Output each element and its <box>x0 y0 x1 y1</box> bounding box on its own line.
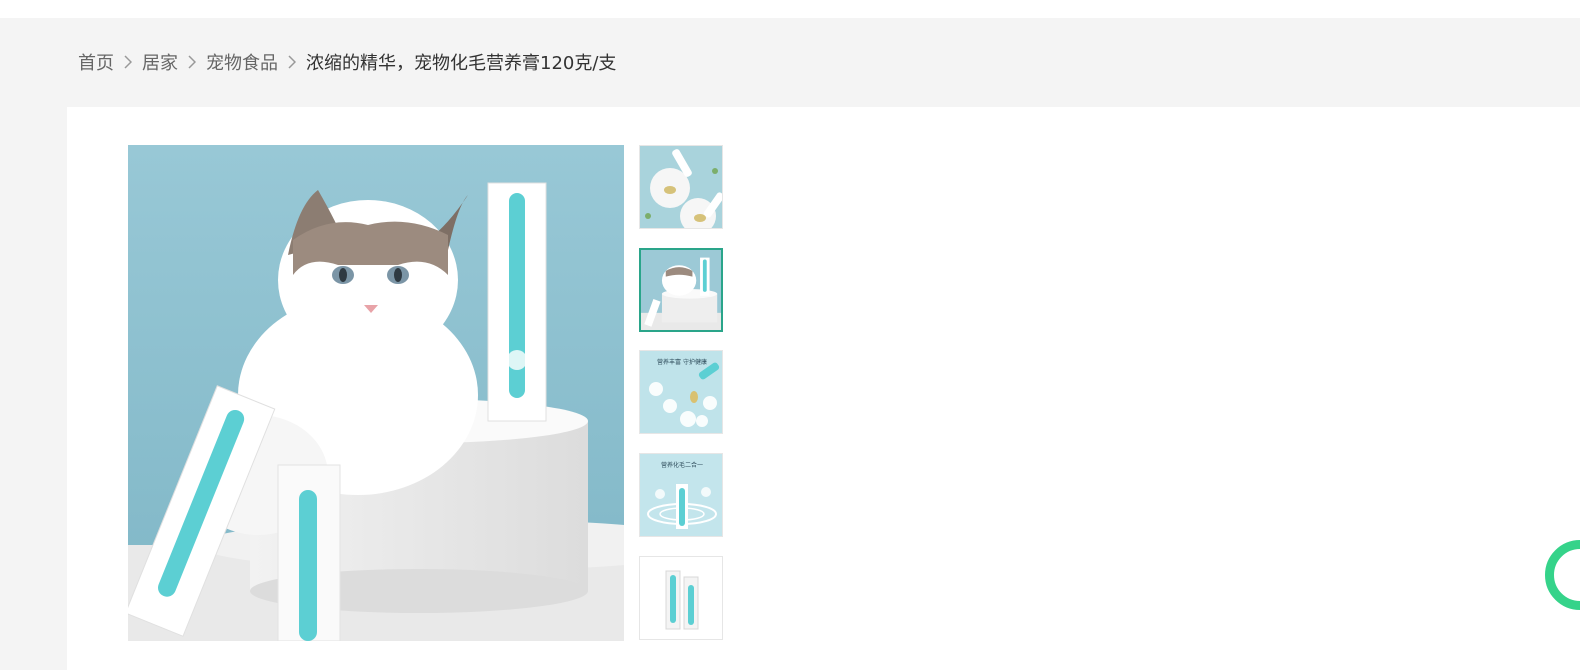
nutrition-thumbnail-title: 营养丰富 守护健康 <box>657 359 707 366</box>
breadcrumb: 首页 居家 宠物食品 浓缩的精华，宠物化毛营养膏120克/支 <box>78 48 616 76</box>
gallery-thumbnail-packaging[interactable] <box>639 556 723 640</box>
gallery-thumbnail-bowls[interactable] <box>639 145 723 229</box>
breadcrumb-current-product: 浓缩的精华，宠物化毛营养膏120克/支 <box>306 53 617 74</box>
thumbnail-cat-product-image <box>641 250 721 330</box>
hairball-thumbnail-title: 营养化毛二合一 <box>660 462 703 469</box>
gallery-thumbnail-hairball[interactable]: 营养化毛二合一 <box>639 453 723 537</box>
gallery-thumbnail-nutrition[interactable]: 营养丰富 守护健康 <box>639 350 723 434</box>
gallery-thumbnail-cat-product[interactable] <box>639 248 723 332</box>
thumbnail-packaging-image <box>640 557 722 639</box>
chevron-right-icon <box>124 55 132 69</box>
breadcrumb-pet-food[interactable]: 宠物食品 <box>206 49 278 75</box>
top-strip <box>0 0 1580 18</box>
chevron-right-icon <box>288 55 296 69</box>
breadcrumb-home-living[interactable]: 居家 <box>142 49 178 75</box>
breadcrumb-home[interactable]: 首页 <box>78 49 114 75</box>
chevron-right-icon <box>188 55 196 69</box>
thumbnail-bowls-image <box>640 146 722 228</box>
main-product-image <box>128 145 624 641</box>
